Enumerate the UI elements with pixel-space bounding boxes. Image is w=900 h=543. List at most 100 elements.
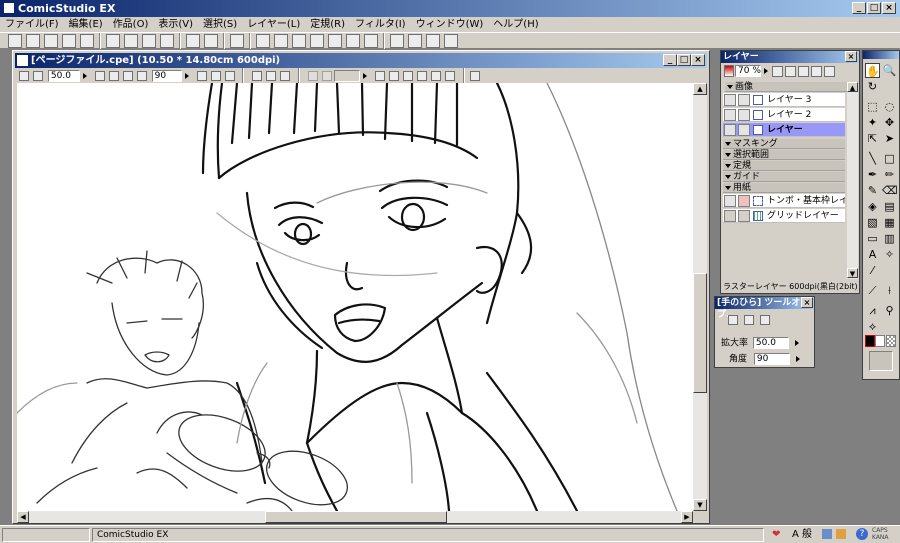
layer-scroll-up-button[interactable]: ▲	[847, 82, 858, 92]
ruler-icon[interactable]	[252, 71, 263, 81]
new-folder-icon[interactable]	[785, 65, 796, 77]
menu-ruler[interactable]: 定規(R)	[305, 17, 350, 32]
guide-icon[interactable]	[280, 71, 291, 81]
rotate-icon[interactable]	[136, 71, 147, 81]
group-ruler[interactable]: 定規	[723, 161, 845, 171]
magic-wand-icon[interactable]: ✦	[865, 115, 880, 130]
correction-icon[interactable]: ⩘	[865, 303, 880, 318]
pen-icon[interactable]: ✒	[865, 167, 880, 182]
lock-icon[interactable]	[738, 94, 750, 106]
new-page-icon[interactable]	[26, 34, 40, 48]
smoothing-icon[interactable]: ⚲	[882, 303, 897, 318]
copy-icon[interactable]	[124, 34, 138, 48]
group-image[interactable]: 画像	[725, 82, 847, 92]
grid-icon[interactable]	[266, 71, 277, 81]
black-color-swatch[interactable]	[865, 335, 875, 347]
flip-vertical-icon[interactable]	[224, 71, 235, 81]
new-icon[interactable]	[8, 34, 22, 48]
drawing-canvas[interactable]	[17, 83, 693, 511]
cut-icon[interactable]	[106, 34, 120, 48]
menu-view[interactable]: 表示(V)	[153, 17, 198, 32]
transparent-color-swatch[interactable]	[886, 335, 896, 347]
eraser-icon[interactable]: ⌫	[882, 183, 898, 198]
angle-field[interactable]: 90	[151, 70, 182, 82]
snap-grid-icon[interactable]	[416, 71, 427, 81]
print-size-icon[interactable]	[122, 71, 133, 81]
layer-menu-icon[interactable]	[824, 65, 835, 77]
scroll-down-button[interactable]: ▼	[693, 499, 707, 511]
zoom-field[interactable]: 50.0	[47, 70, 80, 82]
text-icon[interactable]: A	[865, 247, 880, 262]
horizontal-scrollbar[interactable]: ◀ ▶	[17, 511, 693, 523]
story-icon[interactable]	[274, 34, 288, 48]
zoom-in-icon[interactable]	[19, 71, 29, 81]
sub-tool-icon[interactable]	[408, 34, 422, 48]
move-icon[interactable]: ✥	[882, 115, 897, 130]
hand-icon[interactable]: ✋	[865, 63, 880, 78]
eye-icon[interactable]	[724, 124, 736, 136]
tool-options-close-button[interactable]: ×	[801, 297, 813, 308]
tone-palette-icon[interactable]	[310, 34, 324, 48]
layer-opacity-field[interactable]: 70 %	[735, 65, 761, 77]
save-all-icon[interactable]	[80, 34, 94, 48]
ruler-tool-icon[interactable]: ⟋	[865, 283, 880, 298]
frame-icon[interactable]	[308, 71, 318, 81]
print-view-icon[interactable]	[760, 315, 770, 325]
menu-layer[interactable]: レイヤー(L)	[242, 17, 305, 32]
navigator-icon[interactable]	[364, 34, 378, 48]
marquee-icon[interactable]: ⬚	[865, 99, 880, 114]
layer-scroll-down-button[interactable]: ▼	[847, 268, 858, 278]
property-icon[interactable]	[346, 34, 360, 48]
lasso-icon[interactable]: ◌	[882, 99, 897, 114]
layer-row-grid[interactable]: グリッドレイヤー	[723, 209, 845, 223]
fill-icon[interactable]: ◈	[865, 199, 880, 214]
special-tool-icon[interactable]: ⟡	[865, 319, 880, 334]
tool-zoom-arrow-icon[interactable]	[794, 340, 799, 346]
layer-palette-close-button[interactable]: ×	[845, 51, 857, 62]
menu-file[interactable]: ファイル(F)	[0, 17, 64, 32]
actual-size-icon[interactable]	[108, 71, 119, 81]
group-masking[interactable]: マスキング	[723, 139, 845, 149]
group-guide[interactable]: ガイド	[723, 172, 845, 182]
frame-arrow-icon[interactable]	[363, 73, 367, 79]
group-selection[interactable]: 選択範囲	[723, 150, 845, 160]
panel-cut-icon[interactable]: ▥	[882, 231, 897, 246]
tool-zoom-field[interactable]: 50.0	[752, 337, 789, 349]
menu-filter[interactable]: フィルタ(I)	[350, 17, 411, 32]
balloon-icon[interactable]: ✧	[882, 247, 897, 262]
eye-icon[interactable]	[724, 195, 736, 207]
eye-icon[interactable]	[724, 94, 736, 106]
menu-edit[interactable]: 編集(E)	[64, 17, 108, 32]
zoom-arrow-icon[interactable]	[82, 73, 87, 79]
menu-select[interactable]: 選択(S)	[198, 17, 242, 32]
arrow-select-icon[interactable]: ➤	[882, 131, 897, 146]
menu-window[interactable]: ウィンドウ(W)	[411, 17, 489, 32]
help-icon[interactable]: ?	[856, 528, 868, 540]
doc-close-button[interactable]: ×	[691, 54, 705, 66]
page-manager-icon[interactable]	[256, 34, 270, 48]
lock-icon[interactable]	[738, 210, 750, 222]
paste-icon[interactable]	[142, 34, 156, 48]
pen-icon[interactable]	[738, 124, 750, 136]
rectangle-icon[interactable]: □	[882, 151, 897, 166]
redo-icon[interactable]	[204, 34, 218, 48]
checker-icon[interactable]	[328, 34, 342, 48]
open-icon[interactable]	[44, 34, 58, 48]
undo-icon[interactable]	[186, 34, 200, 48]
reset-rotate-icon[interactable]	[196, 71, 207, 81]
material-icon[interactable]	[426, 34, 440, 48]
line-icon[interactable]: ╲	[865, 151, 880, 166]
lock-icon[interactable]	[738, 109, 750, 121]
frame-border-icon[interactable]	[322, 71, 332, 81]
flip-horizontal-icon[interactable]	[210, 71, 221, 81]
vertical-scroll-thumb[interactable]	[693, 273, 707, 393]
ime-tools-icon[interactable]	[836, 529, 846, 539]
layer-row-2[interactable]: レイヤー 2	[723, 108, 845, 122]
vertical-scrollbar[interactable]: ▲ ▼	[693, 83, 707, 511]
perspective-ruler-icon[interactable]	[374, 71, 385, 81]
scroll-right-button[interactable]: ▶	[681, 511, 693, 523]
ime-icon[interactable]: ❤	[772, 529, 780, 540]
snap-frame-icon[interactable]	[444, 71, 455, 81]
print-icon[interactable]	[230, 34, 244, 48]
opacity-arrow-icon[interactable]	[764, 68, 768, 74]
